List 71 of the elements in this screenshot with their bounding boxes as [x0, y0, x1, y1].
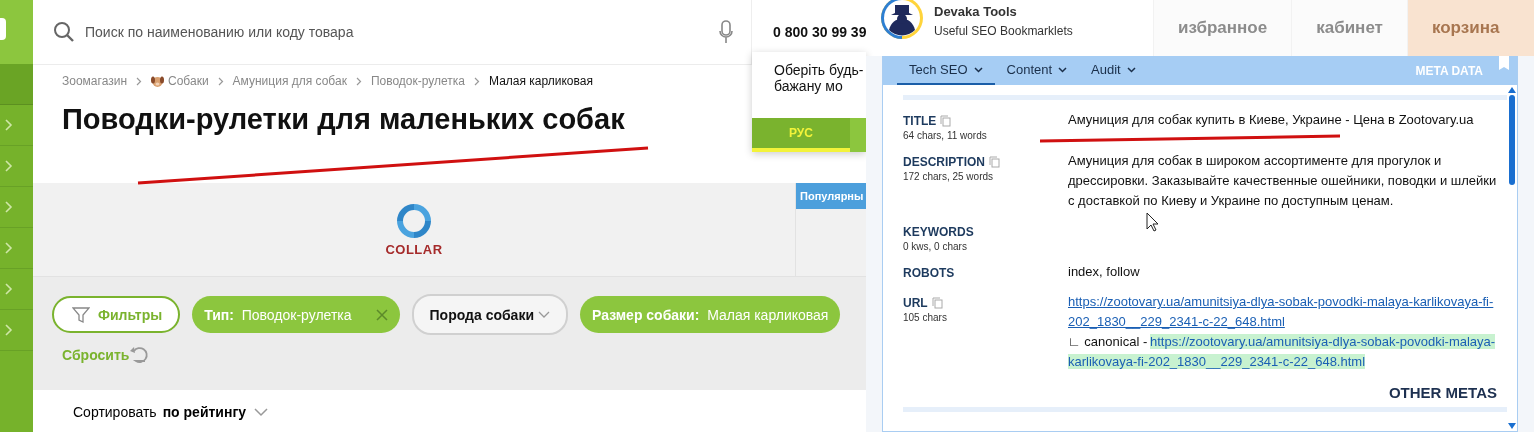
- copy-icon[interactable]: [931, 297, 943, 309]
- chevron-icon: [217, 76, 224, 86]
- scrollbar[interactable]: [1507, 85, 1516, 431]
- meta-value: Амуниция для собак купить в Киеве, Украине - Цена в Zootovary.ua: [1068, 112, 1474, 127]
- meta-label: DESCRIPTION: [903, 155, 985, 169]
- meta-value: index, follow: [1068, 264, 1140, 279]
- meta-stats: 64 chars, 11 words: [903, 130, 988, 141]
- meta-label: KEYWORDS: [903, 225, 974, 239]
- meta-label: ROBOTS: [903, 266, 955, 280]
- chevron-icon: [474, 76, 480, 86]
- menu-tab[interactable]: Content: [994, 56, 1080, 85]
- breadcrumb-link[interactable]: Зоомагазин: [62, 74, 127, 88]
- close-icon[interactable]: [375, 308, 388, 321]
- filters-button[interactable]: Фильтры: [52, 296, 181, 333]
- popup-text: Оберіть будь-: [774, 62, 864, 78]
- meta-label: TITLE: [903, 114, 937, 128]
- copy-icon[interactable]: [989, 156, 1000, 168]
- breadcrumb-current: Малая карликовая: [489, 74, 593, 88]
- caret-icon: [973, 66, 983, 73]
- phone-number[interactable]: 0 800 30 99 39: [773, 24, 867, 40]
- search-icon: [53, 21, 75, 43]
- chevron-icon[interactable]: [5, 160, 13, 172]
- breed-dropdown[interactable]: Порода собаки: [411, 294, 568, 335]
- copy-icon[interactable]: [940, 115, 952, 127]
- other-metas-heading[interactable]: OTHER METAS: [1388, 384, 1497, 401]
- popup-text: бажану мо: [774, 78, 843, 94]
- filter-chip[interactable]: Тип: Поводок-рулетка: [192, 296, 400, 333]
- cart-button[interactable]: корзина: [1406, 0, 1534, 56]
- breadcrumb-link[interactable]: Амуниция для собак: [232, 74, 347, 88]
- caret-icon: [538, 310, 550, 319]
- tool-title: Devaka Tools: [934, 4, 1018, 19]
- brand-logo[interactable]: COLLAR: [385, 202, 443, 257]
- meta-value: Амуниция для собак в широком ассортименте для прогулок и дрессировки. Заказывайте качественные ошейники, поводки и шлейки с доставкой по Киеву и Украине по доступным ценам.: [1068, 153, 1497, 208]
- microphone-icon[interactable]: [719, 20, 733, 44]
- meta-stats: 172 chars, 25 words: [903, 171, 995, 182]
- arrow-up-icon[interactable]: [1507, 87, 1516, 93]
- favorites-link[interactable]: избранное: [1153, 0, 1292, 56]
- chevron-icon: [136, 76, 142, 86]
- chevron-icon[interactable]: [5, 242, 13, 254]
- tool-subtitle: Useful SEO Bookmarklets: [934, 24, 1073, 38]
- canonical-label: ∟ canonical -: [1068, 333, 1148, 351]
- reset-link[interactable]: Сбросить: [62, 347, 130, 363]
- menu-tab[interactable]: Tech SEO: [897, 56, 995, 85]
- chevron-icon[interactable]: [5, 119, 13, 131]
- account-link[interactable]: кабинет: [1291, 0, 1407, 56]
- chevron-icon[interactable]: [5, 201, 13, 213]
- chevron-icon: [355, 76, 362, 86]
- breadcrumb-link[interactable]: Поводок-рулетка: [370, 74, 465, 88]
- language-button[interactable]: РУС: [752, 118, 850, 152]
- menu-tab[interactable]: Audit: [1079, 56, 1148, 85]
- arrow-down-icon[interactable]: [1507, 423, 1516, 429]
- popular-tab[interactable]: Популярны: [796, 183, 866, 209]
- filter-icon: [72, 305, 90, 324]
- sort-dropdown[interactable]: по рейтингу: [162, 404, 269, 420]
- bookmark-icon: [1499, 56, 1509, 70]
- caret-icon: [254, 407, 269, 417]
- sidebar-item[interactable]: [0, 64, 33, 105]
- breadcrumb-link[interactable]: Собаки: [168, 74, 209, 88]
- meta-label: URL: [903, 296, 928, 310]
- chevron-icon[interactable]: [5, 324, 13, 336]
- caret-icon: [1126, 66, 1136, 73]
- page-title: Поводки-рулетки для маленьких собак: [62, 103, 625, 137]
- filter-chip[interactable]: Размер собаки: Малая карликовая: [580, 296, 841, 333]
- section-title: META DATA: [1415, 63, 1483, 78]
- meta-stats: 105 chars: [903, 312, 948, 323]
- chevron-icon[interactable]: [5, 283, 13, 295]
- meta-stats: 0 kws, 0 chars: [903, 241, 968, 252]
- sort-label: Сортировать: [73, 404, 157, 420]
- caret-icon: [1058, 66, 1068, 73]
- cursor-icon: [1146, 212, 1159, 232]
- dog-icon: [151, 74, 164, 88]
